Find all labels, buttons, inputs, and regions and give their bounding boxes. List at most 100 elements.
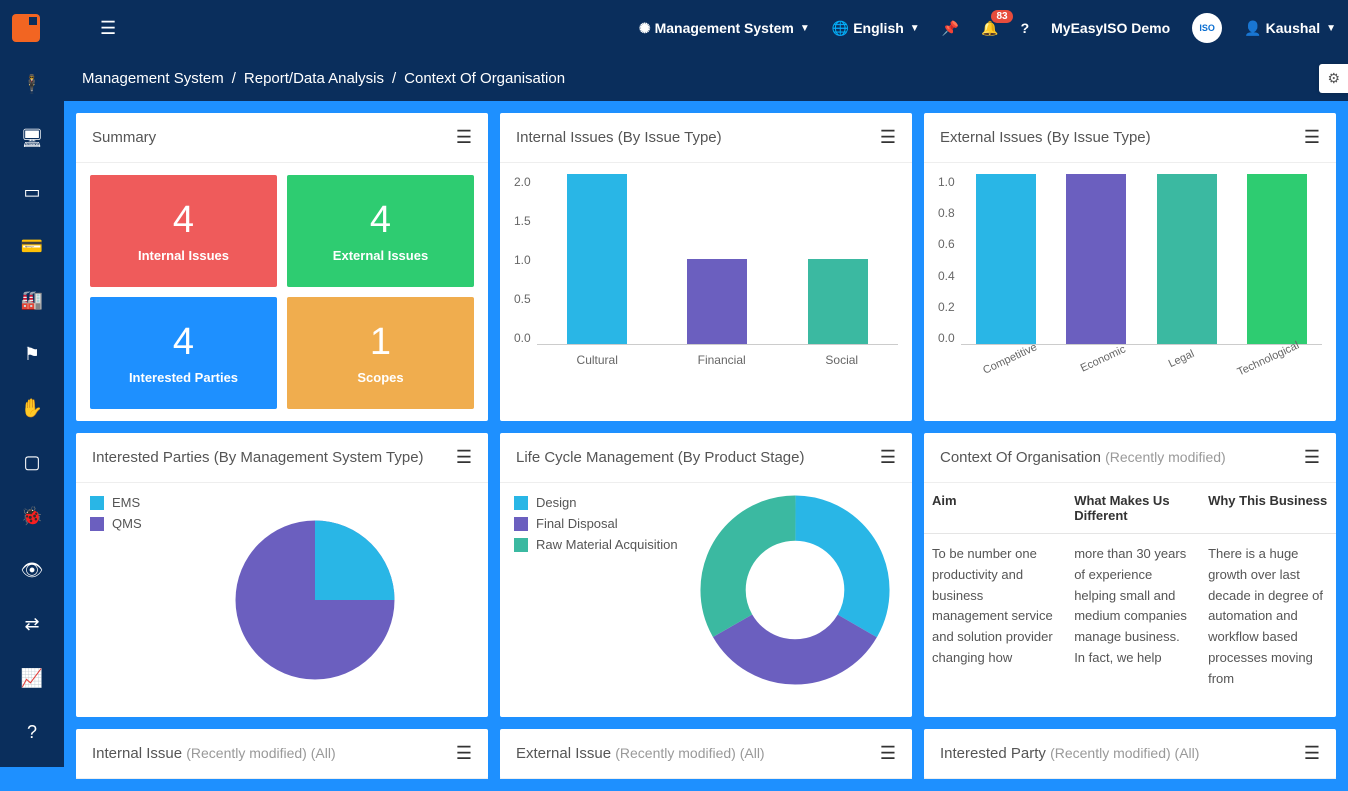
sidebar-item-accessibility[interactable]: 🕴 [14, 72, 50, 96]
caret-down-icon: ▼ [800, 23, 810, 34]
panel-menu-icon[interactable]: ☰ [456, 127, 472, 148]
legend-label: QMS [112, 516, 142, 531]
legend-swatch [514, 517, 528, 531]
chart-bar[interactable] [687, 259, 747, 344]
caret-down-icon: ▼ [910, 23, 920, 34]
legend-item[interactable]: Design [514, 495, 678, 510]
panel-title: Summary [92, 129, 156, 146]
chart-legend: EMS QMS [90, 495, 142, 705]
dashboard-grid: Summary ☰ 4Internal Issues4External Issu… [64, 101, 1348, 791]
panel-external-issues: External Issues (By Issue Type) ☰ 1.00.8… [924, 113, 1336, 421]
sidebar-item-chart[interactable]: 📈 [14, 666, 50, 690]
stat-label: External Issues [333, 248, 428, 263]
stat-value: 4 [370, 199, 391, 242]
table-row[interactable]: To be number one productivity and busine… [924, 534, 1336, 700]
panel-menu-icon[interactable]: ☰ [880, 447, 896, 468]
legend-swatch [90, 517, 104, 531]
panel-interested-party-list: Interested Party (Recently modified) (Al… [924, 729, 1336, 779]
help-button[interactable]: ? [1021, 20, 1030, 36]
sidebar-toggle-icon[interactable]: ☰ [100, 18, 116, 39]
panel-internal-issues: Internal Issues (By Issue Type) ☰ 2.01.5… [500, 113, 912, 421]
axis-label: Cultural [577, 353, 618, 367]
legend-item[interactable]: Final Disposal [514, 516, 678, 531]
legend-swatch [514, 538, 528, 552]
globe-icon: 🌐 [832, 20, 849, 37]
legend-item[interactable]: EMS [90, 495, 142, 510]
breadcrumb: Management System/ Report/Data Analysis/… [64, 56, 1348, 101]
panel-menu-icon[interactable]: ☰ [456, 447, 472, 468]
panel-title: Interested Party (Recently modified) (Al… [940, 745, 1199, 762]
panel-menu-icon[interactable]: ☰ [880, 743, 896, 764]
donut-chart [700, 495, 890, 685]
panel-context-of-org: Context Of Organisation (Recently modifi… [924, 433, 1336, 717]
sidebar-item-note[interactable]: ▢ [14, 450, 50, 474]
breadcrumb-system[interactable]: Management System [82, 70, 224, 87]
sidebar-item-flag[interactable]: ⚑ [14, 342, 50, 366]
sidebar-item-monitor[interactable]: 🖥 [14, 126, 50, 150]
chart-bar[interactable] [1157, 174, 1217, 344]
sidebar-item-transfer[interactable]: ⇄ [14, 612, 50, 636]
axis-label: Economic [1079, 343, 1128, 374]
breadcrumb-report[interactable]: Report/Data Analysis [244, 70, 384, 87]
sidebar-item-card[interactable]: 💳 [14, 234, 50, 258]
axis-label: Competitive [981, 341, 1039, 376]
legend-label: Design [536, 495, 576, 510]
pie-chart [210, 495, 420, 705]
legend-label: EMS [112, 495, 140, 510]
chart-bar[interactable] [1247, 174, 1307, 344]
panel-title: Context Of Organisation (Recently modifi… [940, 449, 1226, 466]
settings-tab[interactable]: ⚙ [1319, 64, 1348, 93]
summary-tile[interactable]: 4 Interested Parties [90, 297, 277, 409]
axis-label: Technological [1236, 339, 1301, 378]
system-label: Management System [655, 20, 794, 36]
axis-label: Social [825, 353, 858, 367]
summary-tile[interactable]: 4Internal Issues [90, 175, 277, 287]
org-name[interactable]: MyEasyISO Demo [1051, 20, 1170, 36]
panel-lifecycle: Life Cycle Management (By Product Stage)… [500, 433, 912, 717]
panel-menu-icon[interactable]: ☰ [456, 743, 472, 764]
summary-tile[interactable]: 4 External Issues [287, 175, 474, 287]
org-avatar[interactable]: ISO [1192, 13, 1222, 43]
notifications-button[interactable]: 🔔 83 [981, 20, 998, 37]
gear-icon: ✺ [639, 20, 651, 37]
axis-label: Financial [698, 353, 746, 367]
chart-bar[interactable] [976, 174, 1036, 344]
panel-title: Interested Parties (By Management System… [92, 449, 424, 466]
user-name: Kaushal [1266, 20, 1320, 36]
question-icon: ? [1021, 20, 1030, 36]
panel-menu-icon[interactable]: ☰ [880, 127, 896, 148]
topbar: ☰ ✺ Management System ▼ 🌐 English ▼ 📌 🔔 … [0, 0, 1348, 56]
sidebar-item-industry[interactable]: 🏭 [14, 288, 50, 312]
system-dropdown[interactable]: ✺ Management System ▼ [639, 20, 810, 37]
stat-label: Interested Parties [129, 370, 238, 385]
language-label: English [853, 20, 904, 36]
chart-bar[interactable] [1066, 174, 1126, 344]
axis-label: Legal [1167, 348, 1196, 370]
stat-value: 1 [370, 321, 391, 364]
chart-bar[interactable] [808, 259, 868, 344]
panel-menu-icon[interactable]: ☰ [1304, 127, 1320, 148]
language-dropdown[interactable]: 🌐 English ▼ [832, 20, 920, 37]
stat-value: 4 [173, 321, 194, 364]
sidebar-item-hand[interactable]: ✋ [14, 396, 50, 420]
legend-item[interactable]: Raw Material Acquisition [514, 537, 678, 552]
sidebar-item-bug[interactable]: 🐞 [14, 504, 50, 528]
pin-button[interactable]: 📌 [942, 20, 959, 37]
sidebar-item-eye[interactable]: 👁 [14, 558, 50, 582]
panel-menu-icon[interactable]: ☰ [1304, 743, 1320, 764]
panel-menu-icon[interactable]: ☰ [1304, 447, 1320, 468]
panel-title: Life Cycle Management (By Product Stage) [516, 449, 804, 466]
panel-summary: Summary ☰ 4Internal Issues4External Issu… [76, 113, 488, 421]
user-dropdown[interactable]: 👤 Kaushal ▼ [1244, 20, 1336, 37]
chart-bar[interactable] [567, 174, 627, 344]
sidebar-item-layout[interactable]: ▭ [14, 180, 50, 204]
sidebar-item-help[interactable]: ? [14, 720, 50, 744]
pin-icon: 📌 [942, 20, 959, 37]
col-diff: What Makes Us Different [1066, 483, 1200, 534]
legend-item[interactable]: QMS [90, 516, 142, 531]
breadcrumb-context[interactable]: Context Of Organisation [404, 70, 565, 87]
stat-label: Internal Issues [138, 248, 229, 263]
summary-tile[interactable]: 1Scopes [287, 297, 474, 409]
legend-swatch [514, 496, 528, 510]
app-logo[interactable] [12, 14, 40, 42]
